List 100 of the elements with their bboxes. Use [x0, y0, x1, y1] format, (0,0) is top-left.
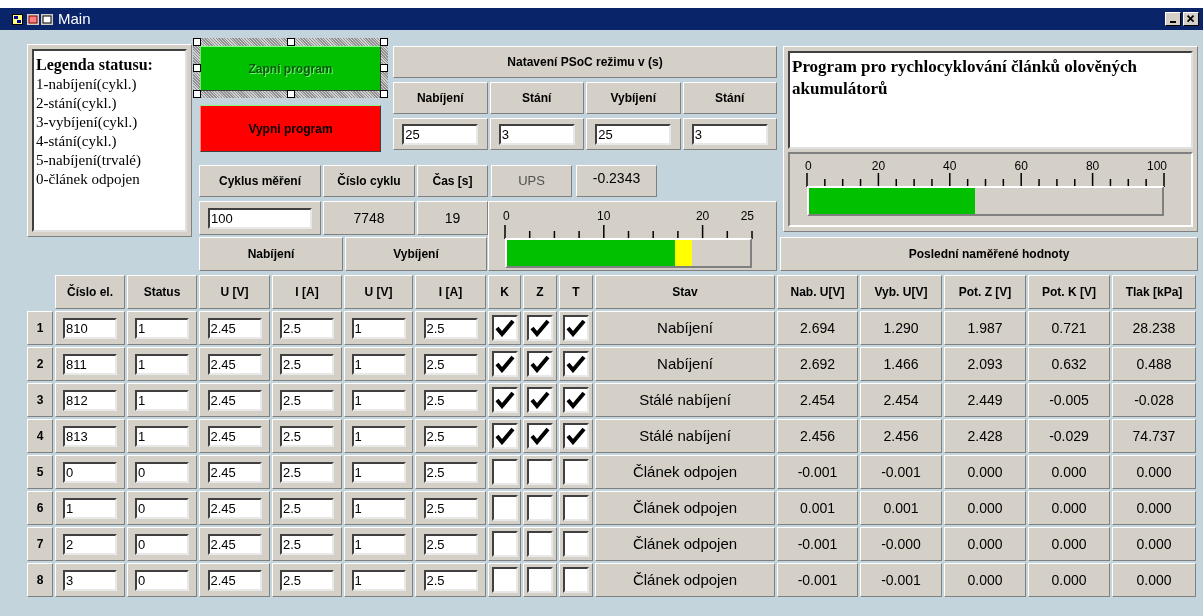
table-cell: 0.000 — [1112, 491, 1196, 525]
input-field[interactable]: 3 — [691, 123, 768, 145]
input-field[interactable]: 1 — [351, 461, 406, 483]
resize-handle[interactable] — [193, 64, 201, 72]
input-field[interactable]: 2.5 — [423, 389, 478, 411]
input-field[interactable]: 0 — [135, 569, 189, 591]
input-field[interactable]: 2.5 — [280, 425, 334, 447]
input-field[interactable]: 2.5 — [280, 389, 334, 411]
table-cell: 0.001 — [860, 491, 942, 525]
resize-handle[interactable] — [286, 90, 295, 98]
resize-handle[interactable] — [193, 90, 201, 98]
column-header: Vybíjení — [586, 82, 681, 114]
input-field[interactable]: 812 — [63, 389, 117, 411]
input-field[interactable]: 1 — [135, 353, 189, 375]
table-cell: 0.001 — [777, 491, 858, 525]
input-field[interactable]: 2.5 — [423, 461, 478, 483]
table-cell: 2.692 — [777, 347, 858, 381]
input-field[interactable]: 2.45 — [207, 497, 262, 519]
column-header: Vyb. U[V] — [860, 275, 942, 309]
table-cell: -0.029 — [1028, 419, 1110, 453]
input-field[interactable]: 2.5 — [423, 569, 478, 591]
table-cell: -0.028 — [1112, 383, 1196, 417]
resize-handle[interactable] — [380, 38, 388, 46]
column-header: Nab. U[V] — [777, 275, 858, 309]
resize-handle[interactable] — [380, 64, 388, 72]
input-field[interactable]: 2.5 — [280, 533, 334, 555]
legend-item: 2-stání(cykl.) — [36, 94, 118, 113]
row-header: 4 — [27, 419, 53, 453]
scale-label: 40 — [943, 160, 957, 172]
input-field[interactable]: 25 — [402, 123, 479, 145]
input-field[interactable]: 0 — [135, 461, 189, 483]
table-cell: 0.632 — [1028, 347, 1110, 381]
table-cell: 0.000 — [944, 527, 1026, 561]
row-header: 2 — [27, 347, 53, 381]
program-button[interactable]: Vypni program — [200, 105, 381, 152]
input-field[interactable]: 813 — [63, 425, 117, 447]
window-icon[interactable] — [41, 13, 53, 25]
input-field[interactable]: 811 — [63, 353, 117, 375]
input-field[interactable]: 1 — [351, 569, 406, 591]
resize-handle[interactable] — [193, 38, 201, 46]
row-header: 7 — [27, 527, 53, 561]
input-field[interactable]: 3 — [63, 569, 117, 591]
input-field[interactable]: 1 — [135, 389, 189, 411]
input-field[interactable]: 2.5 — [280, 461, 334, 483]
column-header: Stání — [682, 82, 777, 114]
input-field[interactable]: 1 — [135, 317, 189, 339]
description-text: Program pro rychlocyklování článků olověných akumulátorů — [788, 51, 1193, 149]
input-field[interactable]: 2.5 — [423, 353, 478, 375]
input-field[interactable]: 2.45 — [207, 569, 262, 591]
input-field[interactable]: 2.5 — [423, 497, 478, 519]
scale-label: 60 — [1014, 160, 1028, 172]
input-field[interactable]: 2.45 — [207, 389, 262, 411]
column-header: I [A] — [415, 275, 486, 309]
close-icon[interactable] — [1183, 12, 1199, 26]
table-cell: -0.001 — [777, 455, 858, 489]
input-field[interactable]: 810 — [63, 317, 117, 339]
input-field[interactable]: 2.5 — [423, 425, 478, 447]
window-icon[interactable] — [27, 13, 39, 25]
table-cell: -0.000 — [860, 527, 942, 561]
input-field[interactable]: 3 — [498, 123, 575, 145]
minimize-button[interactable] — [1165, 12, 1181, 26]
table-cell: Nabíjení — [595, 311, 775, 345]
input-field[interactable]: 1 — [135, 425, 189, 447]
input-field[interactable]: 0 — [135, 497, 189, 519]
input-field[interactable]: 2.45 — [207, 425, 262, 447]
table-cell: 28.238 — [1112, 311, 1196, 345]
input-field[interactable]: 1 — [351, 425, 406, 447]
table-cell: 1.466 — [860, 347, 942, 381]
input-field[interactable]: 2.5 — [423, 317, 478, 339]
input-field[interactable]: 25 — [595, 123, 672, 145]
input-field[interactable]: 2.5 — [280, 569, 334, 591]
input-field[interactable]: 2.5 — [280, 497, 334, 519]
input-field[interactable]: 1 — [351, 317, 406, 339]
input-field[interactable]: 100 — [208, 207, 312, 229]
table-cell: 0.000 — [1028, 491, 1110, 525]
scale-label: 0 — [503, 210, 510, 222]
input-field[interactable]: 1 — [63, 497, 117, 519]
input-field[interactable]: 2.45 — [207, 533, 262, 555]
input-field[interactable]: 2.45 — [207, 317, 262, 339]
app-icon[interactable] — [12, 13, 23, 25]
resize-handle[interactable] — [286, 38, 295, 46]
input-field[interactable]: 1 — [351, 497, 406, 519]
status-label: UPS — [491, 165, 572, 197]
input-field[interactable]: 2.5 — [280, 317, 334, 339]
row-header: 6 — [27, 491, 53, 525]
input-field[interactable]: 0 — [135, 533, 189, 555]
input-field[interactable]: 2.5 — [280, 353, 334, 375]
input-field[interactable]: 2.45 — [207, 353, 262, 375]
input-field[interactable]: 0 — [63, 461, 117, 483]
scale-label: 100 — [1146, 160, 1167, 172]
input-field[interactable]: 1 — [351, 353, 406, 375]
input-field[interactable]: 2.5 — [423, 533, 478, 555]
input-field[interactable]: 1 — [351, 533, 406, 555]
resize-handle[interactable] — [380, 90, 388, 98]
table-cell: 0.000 — [1028, 527, 1110, 561]
table-cell: 0.000 — [1112, 563, 1196, 597]
input-field[interactable]: 2.45 — [207, 461, 262, 483]
column-header: Z — [523, 275, 557, 309]
input-field[interactable]: 1 — [351, 389, 406, 411]
input-field[interactable]: 2 — [63, 533, 117, 555]
